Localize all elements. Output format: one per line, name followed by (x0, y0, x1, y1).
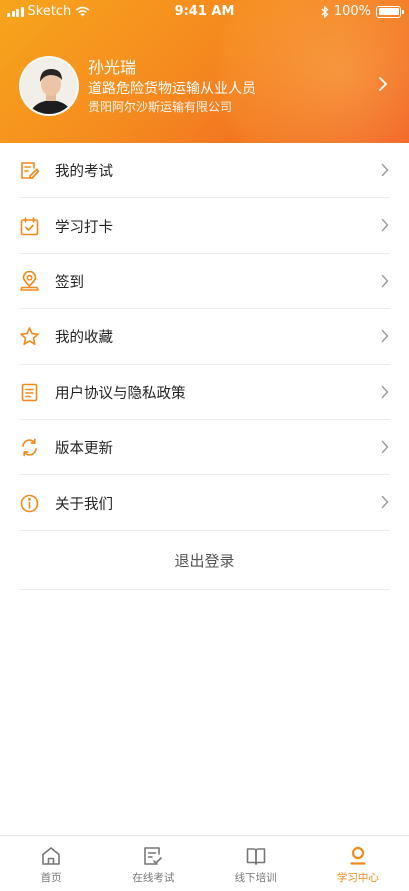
menu-item-label: 签到 (55, 274, 84, 291)
menu-item-version-update[interactable]: 版本更新 (0, 420, 409, 476)
menu-item-study-checkin[interactable]: 学习打卡 (0, 198, 409, 255)
tab-home[interactable]: 首页 (0, 836, 102, 891)
tab-offline-training[interactable]: 线下培训 (205, 836, 307, 891)
profile-header: Sketch 9:41 AM 100% 孙光瑞 道路危险货物运输从业人员 贵阳阿… (0, 0, 409, 143)
user-company: 贵阳阿尔沙斯运输有限公司 (88, 99, 233, 114)
star-icon (19, 326, 40, 347)
book-icon (246, 848, 265, 865)
tab-label: 学习中心 (336, 872, 379, 884)
chevron-right-icon (381, 440, 389, 454)
chevron-right-icon (381, 274, 389, 287)
menu-item-label: 用户协议与隐私政策 (55, 385, 186, 402)
document-icon (19, 382, 40, 403)
user-center-icon (350, 846, 366, 865)
user-role: 道路危险货物运输从业人员 (88, 80, 256, 97)
battery-percent: 100% (333, 4, 371, 19)
calendar-check-icon (19, 216, 40, 237)
menu-item-label: 关于我们 (55, 496, 113, 513)
logout-button[interactable]: 退出登录 (19, 532, 390, 590)
menu-item-label: 我的考试 (55, 164, 113, 181)
tab-bar: 首页 在线考试 线下培训 学习中心 (0, 835, 409, 891)
menu-item-label: 我的收藏 (55, 330, 113, 347)
tab-label: 线下培训 (234, 872, 277, 884)
menu-item-agreement-privacy[interactable]: 用户协议与隐私政策 (0, 365, 409, 421)
tab-label: 在线考试 (132, 872, 175, 884)
tab-label: 首页 (40, 872, 62, 884)
chevron-right-icon (381, 163, 389, 177)
avatar-image (21, 58, 77, 114)
tab-learning-center[interactable]: 学习中心 (307, 836, 409, 891)
menu-item-favorites[interactable]: 我的收藏 (0, 309, 409, 365)
menu-item-about-us[interactable]: 关于我们 (0, 475, 409, 532)
menu-list: 我的考试 学习打卡 签到 我的收藏 用户协议与隐私政策 版本更新 关于我们 (0, 143, 409, 532)
menu-item-my-exams[interactable]: 我的考试 (0, 143, 409, 199)
chevron-right-icon (381, 219, 389, 232)
exam-edit-icon (19, 160, 40, 181)
refresh-icon (19, 437, 40, 458)
avatar[interactable] (19, 56, 79, 116)
profile-card[interactable]: 孙光瑞 道路危险货物运输从业人员 贵阳阿尔沙斯运输有限公司 (19, 54, 399, 118)
tab-online-exam[interactable]: 在线考试 (102, 836, 204, 891)
status-bar: Sketch 9:41 AM 100% (0, 0, 409, 24)
battery-icon (376, 5, 404, 18)
info-icon (19, 493, 40, 514)
menu-item-label: 学习打卡 (55, 219, 113, 236)
bluetooth-icon (321, 5, 329, 18)
chevron-right-icon (381, 496, 389, 509)
menu-item-label: 版本更新 (55, 441, 113, 458)
chevron-right-icon (381, 385, 389, 398)
menu-item-sign-in[interactable]: 签到 (0, 254, 409, 310)
location-pin-icon (19, 270, 40, 292)
user-name: 孙光瑞 (88, 57, 137, 77)
online-exam-icon (144, 847, 163, 865)
chevron-right-icon[interactable] (377, 76, 389, 92)
chevron-right-icon (381, 329, 389, 343)
home-icon (42, 847, 60, 865)
